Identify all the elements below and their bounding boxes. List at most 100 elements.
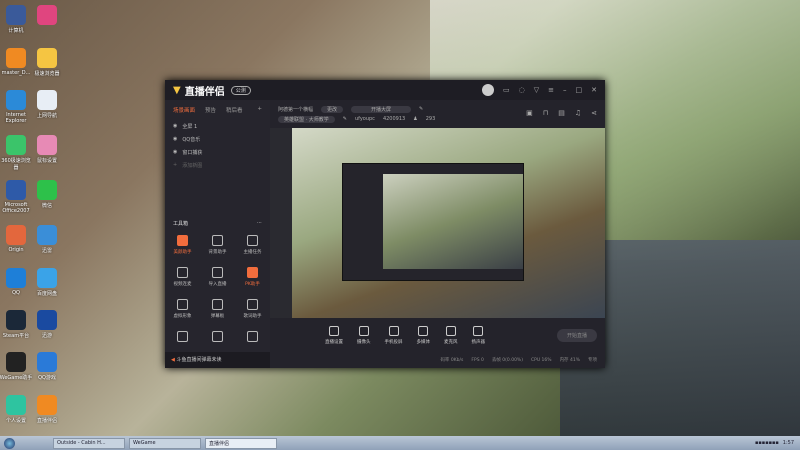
tab-preview[interactable]: 预告: [205, 106, 216, 114]
status-item: 专项: [588, 358, 597, 363]
desktop-icon[interactable]: 极速浏览器: [30, 48, 64, 77]
room-id: 4200913: [382, 116, 406, 122]
scene-item[interactable]: ◉ QQ音乐: [165, 133, 270, 146]
minimize-icon[interactable]: –: [563, 86, 567, 94]
close-icon[interactable]: ✕: [591, 86, 597, 94]
desktop-icon-label: QQ游戏: [38, 375, 56, 381]
desktop-icon[interactable]: 迅雷: [30, 225, 64, 254]
status-item: FPS 0: [471, 357, 484, 363]
desktop-icon[interactable]: WeGame助手: [0, 352, 33, 381]
app-icon: [6, 90, 26, 110]
desktop-icon-label: Microsoft Office2007: [2, 202, 30, 214]
notice-bar[interactable]: ◀ 斗鱼直播间弹幕未读: [165, 352, 270, 368]
stream-preview[interactable]: [270, 128, 605, 318]
control-button[interactable]: 多媒体: [416, 325, 431, 345]
add-scene-button[interactable]: +: [257, 106, 262, 114]
tray-icons[interactable]: ▪▪▪▪▪▪▪: [755, 440, 779, 446]
edit-icon[interactable]: ✎: [419, 106, 423, 112]
desktop-icon[interactable]: 迅游: [30, 310, 64, 339]
status-item: CPU 16%: [530, 357, 552, 363]
main-area: 阿德第一个横幅 更改 开播大屏 ✎ 英雄联盟 · 大师教学 ✎ ufyoupc 420091…: [270, 100, 605, 363]
screen-mode-button[interactable]: 开播大屏: [351, 105, 412, 113]
tool-item[interactable]: [200, 331, 235, 345]
taskbar-item[interactable]: 直播伴侣: [205, 437, 277, 449]
tool-item[interactable]: 美颜助手: [165, 235, 200, 255]
eye-icon[interactable]: ◉: [173, 149, 177, 156]
desktop-icon[interactable]: Internet Explorer: [0, 90, 33, 124]
tool-item[interactable]: [165, 331, 200, 345]
message-icon[interactable]: ▭: [503, 86, 510, 94]
desktop-icon[interactable]: [30, 5, 64, 27]
tool-item[interactable]: 背景助手: [200, 235, 235, 255]
tool-item[interactable]: 弹幕板: [200, 299, 235, 319]
app-icon: [37, 90, 57, 110]
desktop-icon[interactable]: Microsoft Office2007: [0, 180, 33, 214]
control-button[interactable]: 手机投屏: [385, 325, 403, 345]
taskbar-item[interactable]: Outside - Cabin H...: [53, 437, 125, 449]
eye-icon[interactable]: ◉: [173, 123, 177, 130]
maximize-icon[interactable]: □: [576, 86, 583, 94]
desktop-icon[interactable]: 直播伴侣: [30, 395, 64, 424]
control-icon: [445, 325, 456, 336]
control-button[interactable]: 摄像头: [357, 325, 371, 345]
taskbar-item[interactable]: WeGame: [129, 437, 201, 449]
bell-icon[interactable]: ♫: [575, 109, 581, 117]
desktop-icon[interactable]: 360极速浏览器: [0, 135, 33, 171]
tool-label: 主播任务: [243, 250, 262, 255]
control-button[interactable]: 扬声器: [472, 325, 485, 345]
username: ufyoupc: [354, 116, 375, 122]
control-button[interactable]: 麦克风: [444, 325, 458, 345]
desktop-icon[interactable]: 上网导航: [30, 90, 64, 119]
menu-icon[interactable]: ≡: [548, 86, 554, 94]
beta-badge: 公测: [230, 85, 251, 95]
share-icon[interactable]: ⋖: [591, 109, 597, 117]
tool-item[interactable]: 视频连麦: [165, 267, 200, 287]
desktop-icon[interactable]: 计算机: [0, 5, 33, 34]
room-title[interactable]: 阿德第一个横幅: [278, 106, 313, 113]
tool-item[interactable]: 主播任务: [235, 235, 270, 255]
edit-icon[interactable]: ✎: [343, 116, 347, 122]
tool-icon: [212, 235, 223, 246]
scene-item[interactable]: ◉ 窗口捕获: [165, 146, 270, 159]
tab-scenes[interactable]: 场景画面: [173, 106, 195, 114]
more-icon[interactable]: ⋯: [257, 220, 262, 227]
app-icon: [6, 180, 26, 200]
desktop-icon[interactable]: Origin: [0, 225, 33, 253]
control-label: 多媒体: [416, 339, 431, 345]
desktop-icon[interactable]: QQ: [0, 268, 33, 296]
scene-item[interactable]: ◉ 全屏 1: [165, 120, 270, 133]
tool-item[interactable]: 导入直播: [200, 267, 235, 287]
app-icon: [6, 395, 26, 415]
tab-later[interactable]: 稍后看: [226, 106, 243, 114]
category-button[interactable]: 英雄联盟 · 大师教学: [278, 115, 335, 123]
desktop-icon[interactable]: master_D...: [0, 48, 33, 76]
start-button[interactable]: [4, 437, 15, 449]
control-label: 摄像头: [357, 339, 371, 345]
tool-item[interactable]: 歌词助手: [235, 299, 270, 319]
clock[interactable]: 1:57: [783, 440, 794, 446]
tool-item[interactable]: [235, 331, 270, 345]
avatar[interactable]: [482, 84, 494, 96]
add-source-item[interactable]: + 添加新图: [165, 159, 270, 172]
tool-item[interactable]: PK助手: [235, 267, 270, 287]
start-live-button[interactable]: 开始直播: [556, 328, 597, 342]
tool-label: 美颜助手: [173, 250, 192, 255]
tool-item[interactable]: 虚拟形象: [165, 299, 200, 319]
control-label: 直播设置: [325, 339, 343, 345]
change-button[interactable]: 更改: [321, 105, 344, 113]
desktop-icon[interactable]: QQ游戏: [30, 352, 64, 381]
desktop-icon[interactable]: 个人设置: [0, 395, 33, 424]
desktop-icon[interactable]: 微信: [30, 180, 64, 209]
box-icon[interactable]: ▤: [558, 109, 565, 117]
desktop-icon[interactable]: 鼠标设置: [30, 135, 64, 164]
chat-icon[interactable]: ◌: [519, 86, 525, 94]
control-button[interactable]: 直播设置: [325, 325, 343, 345]
skin-icon[interactable]: ▽: [534, 86, 539, 94]
lock-icon[interactable]: ⊓: [543, 109, 548, 117]
eye-icon[interactable]: ◉: [173, 136, 177, 143]
tool-icon: [212, 331, 223, 342]
gift-icon[interactable]: ▣: [526, 109, 533, 117]
tool-icon: [247, 235, 258, 246]
desktop-icon[interactable]: Steam平台: [0, 310, 33, 339]
desktop-icon[interactable]: 百度网盘: [30, 268, 64, 297]
